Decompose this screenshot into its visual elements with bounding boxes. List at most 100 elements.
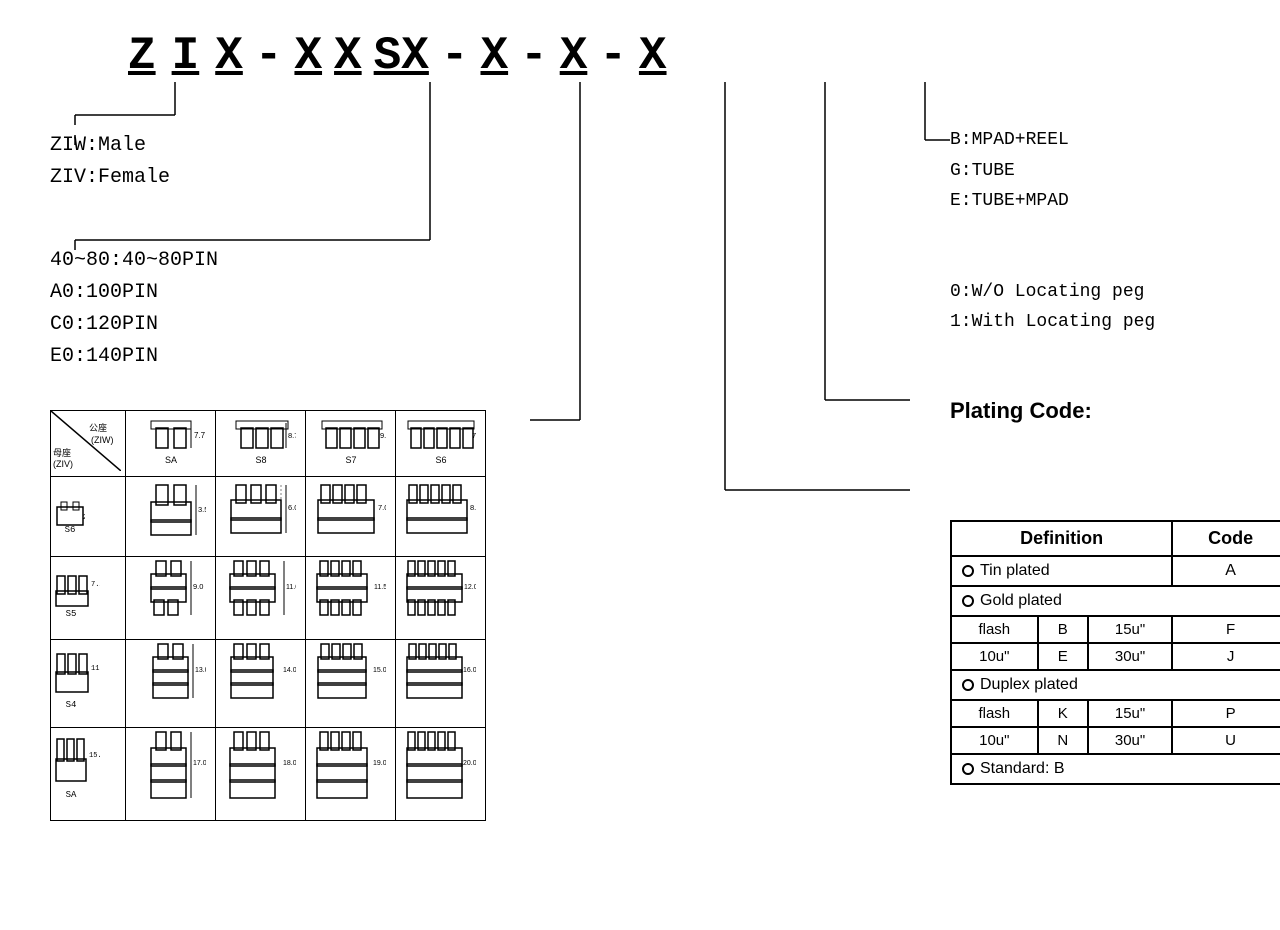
duplex-r2-c2: N bbox=[1038, 727, 1088, 754]
pin-a0-label: A0:100PIN bbox=[50, 277, 218, 309]
conn-s6-s8: 6.0 bbox=[226, 480, 296, 550]
loc-1: 1:With Locating peg bbox=[950, 307, 1280, 338]
cell-s6-s6: 8.0 bbox=[396, 477, 486, 557]
svg-text:8.7: 8.7 bbox=[288, 431, 296, 440]
plating-code-title: Plating Code: bbox=[950, 398, 1280, 424]
cell-s4-s6: 16.0 bbox=[396, 640, 486, 728]
svg-text:20.0: 20.0 bbox=[463, 760, 476, 767]
svg-text:2.7: 2.7 bbox=[83, 514, 85, 522]
duplex-row2: 10u" N 30u" U bbox=[951, 727, 1280, 754]
locating-peg-labels: 0:W/O Locating peg 1:With Locating peg bbox=[950, 277, 1280, 338]
svg-text:SA: SA bbox=[164, 455, 176, 465]
def-header: Definition bbox=[951, 521, 1172, 556]
duplex-r2-c3: 30u" bbox=[1088, 727, 1172, 754]
cell-s4-s8: 14.0 bbox=[216, 640, 306, 728]
conn-s4-sa: 13.0 bbox=[136, 642, 206, 722]
col-s6: S6 7.7 bbox=[396, 411, 486, 477]
col-s8: S8 8.7 bbox=[216, 411, 306, 477]
standard-row: Standard: B bbox=[951, 754, 1280, 784]
duplex-row1: flash K 15u" P bbox=[951, 700, 1280, 727]
tin-cell: Tin plated bbox=[951, 556, 1172, 586]
connector-table: 公座 (ZIW) 母座 (ZIV) bbox=[50, 410, 486, 821]
svg-text:(ZIW): (ZIW) bbox=[91, 435, 114, 445]
table-row-s4: S4 11.7 13 bbox=[51, 640, 486, 728]
conn-s5-s8: 11.0 bbox=[226, 559, 296, 634]
code-header: Code bbox=[1172, 521, 1280, 556]
conn-s5-sa: 9.0 bbox=[136, 559, 206, 634]
corner-header: 公座 (ZIW) 母座 (ZIV) bbox=[51, 411, 126, 477]
duplex-header-cell: Duplex plated bbox=[951, 670, 1280, 700]
pin-40-label: 40~80:40~80PIN bbox=[50, 245, 218, 277]
conn-sa-sa: 17.0 bbox=[136, 730, 206, 815]
gold-r1-c3: 15u" bbox=[1088, 616, 1172, 643]
conn-s5-s6: 12.0 bbox=[406, 559, 476, 634]
pkg-b: B:MPAD+REEL bbox=[950, 125, 1280, 156]
row-sa-icon: SA 15.7 bbox=[55, 737, 100, 807]
conn-sa-s7: 19.0 bbox=[316, 730, 386, 815]
row-s5-icon: S5 7.2 bbox=[55, 571, 100, 621]
tin-row: Tin plated A bbox=[951, 556, 1280, 586]
row-label-s4: S4 11.7 bbox=[51, 640, 126, 728]
svg-text:3.5: 3.5 bbox=[198, 505, 206, 514]
cell-s6-sa: 3.5 bbox=[126, 477, 216, 557]
svg-text:S7: S7 bbox=[345, 455, 356, 465]
cell-s6-s8: 6.0 bbox=[216, 477, 306, 557]
svg-text:16.0: 16.0 bbox=[463, 667, 476, 674]
connector-table-container: 公座 (ZIW) 母座 (ZIV) bbox=[50, 390, 486, 821]
conn-s6-header: S6 7.7 bbox=[406, 413, 476, 471]
gold-circle bbox=[962, 595, 974, 607]
cell-s5-s6: 12.0 bbox=[396, 557, 486, 640]
duplex-r1-c1: flash bbox=[951, 700, 1038, 727]
cell-sa-s6: 20.0 bbox=[396, 728, 486, 821]
svg-text:13.0: 13.0 bbox=[195, 667, 206, 674]
cell-sa-s8: 18.0 bbox=[216, 728, 306, 821]
row-label-sa: SA 15.7 bbox=[51, 728, 126, 821]
cell-s5-sa: 9.0 bbox=[126, 557, 216, 640]
svg-text:8.0: 8.0 bbox=[470, 503, 476, 512]
col-sa: SA 7.7 bbox=[126, 411, 216, 477]
cell-sa-sa: 17.0 bbox=[126, 728, 216, 821]
cell-sa-s7: 19.0 bbox=[306, 728, 396, 821]
svg-text:SA: SA bbox=[66, 790, 77, 800]
gold-r1-c4: F bbox=[1172, 616, 1280, 643]
conn-s4-s7: 15.0 bbox=[316, 642, 386, 722]
pkg-e: E:TUBE+MPAD bbox=[950, 186, 1280, 217]
pin-e0-label: E0:140PIN bbox=[50, 341, 218, 373]
loc-0: 0:W/O Locating peg bbox=[950, 277, 1280, 308]
cell-s4-sa: 13.0 bbox=[126, 640, 216, 728]
row-s6-icon: S6 2.7 bbox=[55, 499, 85, 534]
main-container: Z I X - X X SX - X - X - X bbox=[0, 0, 1280, 930]
svg-text:6.0: 6.0 bbox=[288, 503, 296, 512]
duplex-r2-c1: 10u" bbox=[951, 727, 1038, 754]
gold-r2-c1: 10u" bbox=[951, 643, 1038, 670]
svg-text:7.2: 7.2 bbox=[91, 581, 100, 589]
gold-r2-c4: J bbox=[1172, 643, 1280, 670]
gold-r1-c1: flash bbox=[951, 616, 1038, 643]
svg-text:9.0: 9.0 bbox=[193, 582, 203, 591]
cell-s6-s7: 7.0 bbox=[306, 477, 396, 557]
conn-s4-s6: 16.0 bbox=[406, 642, 476, 722]
conn-sa-s8: 18.0 bbox=[226, 730, 296, 815]
svg-text:11.5: 11.5 bbox=[374, 584, 386, 591]
conn-sa-header: SA 7.7 bbox=[136, 413, 206, 471]
ziw-label: ZIW:Male bbox=[50, 130, 170, 162]
standard-cell: Standard: B bbox=[951, 754, 1280, 784]
tin-circle bbox=[962, 565, 974, 577]
svg-text:7.0: 7.0 bbox=[378, 503, 386, 512]
svg-text:17.0: 17.0 bbox=[193, 760, 206, 767]
gold-r2-c2: E bbox=[1038, 643, 1088, 670]
gold-header-cell: Gold plated bbox=[951, 586, 1280, 616]
conn-sa-s6: 20.0 bbox=[406, 730, 476, 815]
row-s4-icon: S4 11.7 bbox=[55, 652, 100, 712]
svg-text:母座: 母座 bbox=[53, 447, 71, 458]
table-row-sa: SA 15.7 17 bbox=[51, 728, 486, 821]
packaging-labels: B:MPAD+REEL G:TUBE E:TUBE+MPAD bbox=[950, 125, 1280, 217]
corner-diagonal: 公座 (ZIW) 母座 (ZIV) bbox=[51, 411, 121, 471]
gold-r1-c2: B bbox=[1038, 616, 1088, 643]
svg-text:7.7: 7.7 bbox=[472, 431, 476, 440]
conn-s6-sa: 3.5 bbox=[136, 480, 206, 550]
pin-c0-label: C0:120PIN bbox=[50, 309, 218, 341]
plating-full-table: Definition Code Tin plated A Gold plated bbox=[950, 520, 1280, 785]
gold-r2-c3: 30u" bbox=[1088, 643, 1172, 670]
conn-s5-s7: 11.5 bbox=[316, 559, 386, 634]
